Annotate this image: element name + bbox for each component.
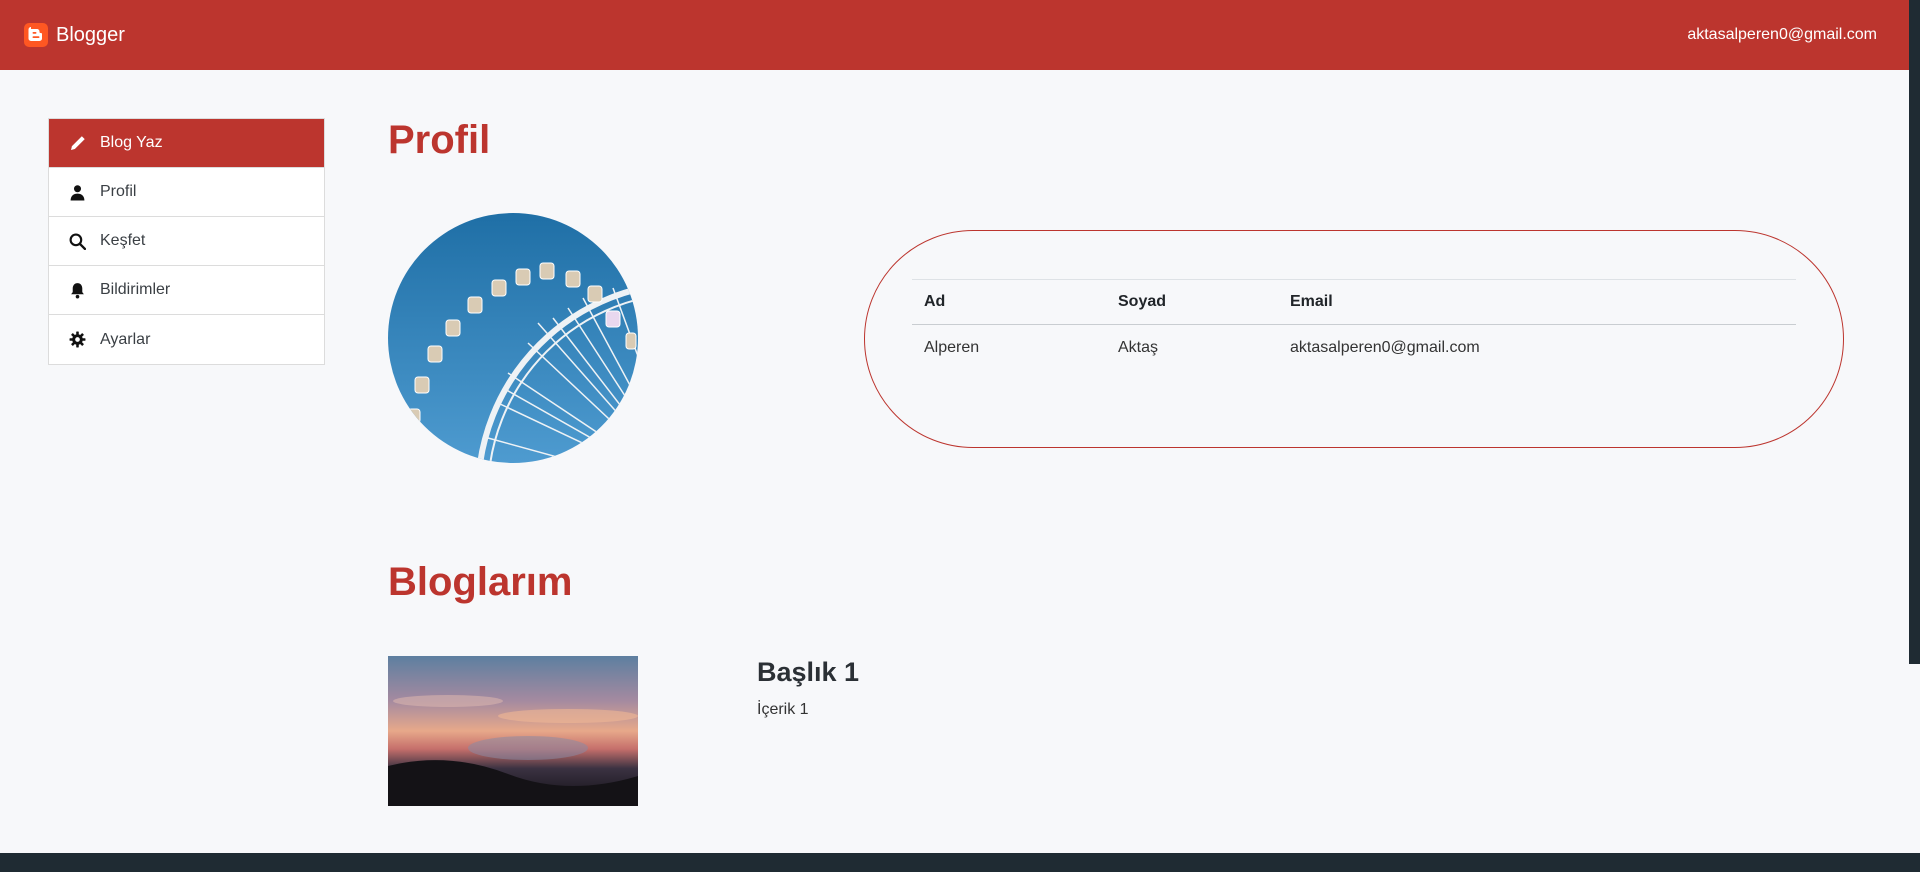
sidebar-item-label: Blog Yaz [100,134,163,151]
blog-content: İçerik 1 [757,701,809,718]
sidebar-item-label: Bildirimler [100,281,171,298]
column-header: Email [1278,279,1796,325]
scrollbar[interactable] [1909,0,1920,664]
blog-thumbnail[interactable] [388,656,638,806]
profile-info-table: Ad Soyad Email Alperen Aktaş aktasalpere… [912,279,1796,371]
brand-name: Blogger [56,23,125,46]
table-row: Alperen Aktaş aktasalperen0@gmail.com [912,325,1796,372]
table-cell: Alperen [924,339,980,356]
blogger-logo-icon [24,23,48,47]
sidebar-item-ayarlar[interactable]: Ayarlar [49,315,324,364]
pencil-icon [71,135,85,150]
gear-icon [69,331,86,348]
sidebar-item-label: Keşfet [100,232,146,249]
sidebar: Blog Yaz Profil Keşfet Bildirimler Ayarl… [48,118,325,365]
sidebar-item-bildirimler[interactable]: Bildirimler [49,266,324,315]
blogs-heading: Bloglarım [388,560,573,604]
footer [0,853,1920,872]
search-icon [69,233,86,250]
blog-title[interactable]: Başlık 1 [757,657,859,688]
column-header: Ad [912,279,1106,325]
top-navbar: Blogger aktasalperen0@gmail.com [0,0,1909,70]
sidebar-item-blog-yaz[interactable]: Blog Yaz [49,119,324,168]
profile-avatar [388,213,638,463]
profile-heading: Profil [388,118,491,162]
table-cell: aktasalperen0@gmail.com [1290,339,1480,356]
user-email[interactable]: aktasalperen0@gmail.com [1687,26,1877,44]
sidebar-item-label: Profil [100,183,137,200]
table-header-row: Ad Soyad Email [912,279,1796,325]
sidebar-item-kesfet[interactable]: Keşfet [49,217,324,266]
bell-icon [71,282,84,298]
column-header: Soyad [1106,279,1278,325]
user-icon [70,184,85,200]
sidebar-item-profil[interactable]: Profil [49,168,324,217]
table-cell: Aktaş [1118,339,1159,356]
sidebar-item-label: Ayarlar [100,330,151,348]
brand[interactable]: Blogger [24,23,125,47]
